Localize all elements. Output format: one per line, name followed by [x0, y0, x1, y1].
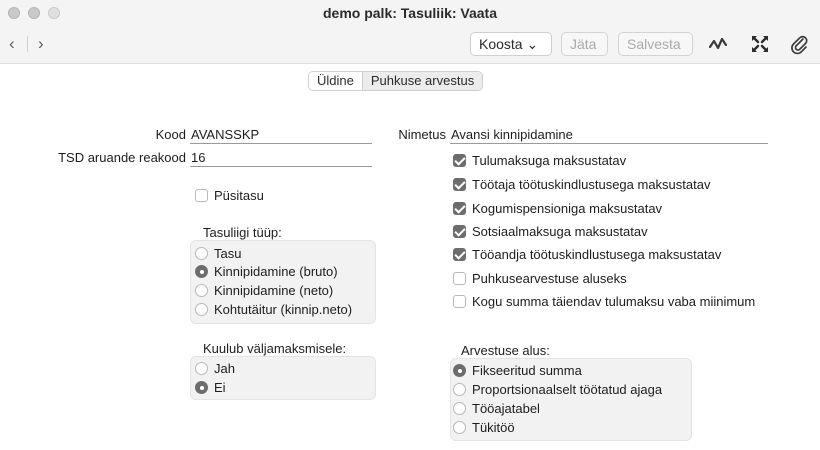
tab-bar: Üldine Puhkuse arvestus [308, 71, 484, 91]
forward-button[interactable]: › [38, 34, 44, 54]
tax-free-minimum-label: Kogu summa täiendav tulumaksu vaba miini… [472, 294, 756, 309]
pay-type-label: Tasuliigi tüüp: [203, 225, 282, 240]
vacation-basis-checkbox[interactable]: Puhkusearvestuse aluseks [453, 271, 627, 286]
code-field[interactable] [190, 126, 372, 144]
employee-unemployment-checkbox[interactable]: Töötaja töötuskindlustusega maksustatav [453, 177, 710, 192]
permanent-pay-label: Püsitasu [214, 188, 264, 203]
name-field[interactable] [450, 126, 768, 144]
tab-vacation-calculation[interactable]: Puhkuse arvestus [362, 72, 483, 90]
pay-type-radio-1[interactable] [195, 265, 208, 278]
pay-type-option-net-deduction[interactable]: Kinnipidamine (neto) [195, 283, 333, 298]
basis-option-proportional[interactable]: Proportsionaalselt töötatud ajaga [453, 382, 662, 397]
social-tax-label: Sotsiaalmaksuga maksustatav [472, 224, 648, 239]
save-button[interactable]: Salvesta [618, 32, 693, 56]
activity-icon[interactable] [707, 33, 729, 55]
discard-button[interactable]: Jäta [561, 32, 608, 56]
basis-label: Arvestuse alus: [461, 343, 550, 358]
permanent-pay-checkbox[interactable]: Püsitasu [195, 188, 264, 203]
tax-free-minimum-checkbox[interactable]: Kogu summa täiendav tulumaksu vaba miini… [453, 294, 755, 309]
employer-unemployment-label: Tööandja töötuskindlustusega maksustatav [472, 247, 722, 262]
expand-icon[interactable] [749, 33, 771, 55]
back-button[interactable]: ‹ [9, 34, 15, 54]
basis-option-label: Tükitöö [472, 420, 515, 435]
employer-unemployment-box[interactable] [453, 248, 466, 261]
window: demo palk: Tasuliik: Vaata ‹ › Koosta ⌄ … [0, 0, 820, 450]
payout-label: Kuulub väljamaksmisele: [203, 341, 347, 356]
pension-checkbox[interactable]: Kogumispensioniga maksustatav [453, 201, 662, 216]
pension-label: Kogumispensioniga maksustatav [472, 201, 663, 216]
paperclip-icon[interactable] [788, 33, 810, 55]
income-tax-label: Tulumaksuga maksustatav [472, 153, 627, 168]
employee-unemployment-label: Töötaja töötuskindlustusega maksustatav [472, 177, 711, 192]
code-label: Kood [155, 127, 186, 142]
payout-option-yes[interactable]: Jah [195, 361, 235, 376]
tsd-code-label: TSD aruande reakood [58, 150, 186, 165]
window-title: demo palk: Tasuliik: Vaata [322, 5, 498, 21]
basis-radio-2[interactable] [453, 402, 466, 415]
employee-unemployment-box[interactable] [453, 178, 466, 191]
permanent-pay-box[interactable] [195, 189, 208, 202]
tsd-code-field[interactable] [190, 149, 372, 167]
payout-option-label: Ei [214, 380, 226, 395]
vacation-basis-label: Puhkusearvestuse aluseks [472, 271, 627, 286]
name-label: Nimetus [398, 127, 446, 142]
basis-option-piecework[interactable]: Tükitöö [453, 420, 515, 435]
basis-option-label: Proportsionaalselt töötatud ajaga [472, 382, 663, 397]
payout-radio-0[interactable] [195, 362, 208, 375]
pay-type-option-label: Tasu [214, 246, 242, 261]
payout-radio-1[interactable] [195, 381, 208, 394]
basis-radio-0[interactable] [453, 364, 466, 377]
basis-option-label: Tööajatabel [472, 401, 540, 416]
nav-divider [27, 36, 28, 52]
social-tax-box[interactable] [453, 225, 466, 238]
payout-option-label: Jah [214, 361, 235, 376]
employer-unemployment-checkbox[interactable]: Tööandja töötuskindlustusega maksustatav [453, 247, 721, 262]
payout-option-no[interactable]: Ei [195, 380, 226, 395]
pay-type-option-gross-deduction[interactable]: Kinnipidamine (bruto) [195, 264, 338, 279]
basis-option-timesheet[interactable]: Tööajatabel [453, 401, 540, 416]
pay-type-option-label: Kohtutäitur (kinnip.neto) [214, 302, 353, 317]
title-bar: demo palk: Tasuliik: Vaata ‹ › Koosta ⌄ … [0, 0, 820, 64]
income-tax-box[interactable] [453, 154, 466, 167]
pay-type-option-label: Kinnipidamine (bruto) [214, 264, 338, 279]
basis-option-label: Fikseeritud summa [472, 363, 582, 378]
create-button[interactable]: Koosta ⌄ [470, 32, 552, 56]
pension-box[interactable] [453, 202, 466, 215]
pay-type-radio-2[interactable] [195, 284, 208, 297]
pay-type-radio-0[interactable] [195, 247, 208, 260]
basis-option-fixed[interactable]: Fikseeritud summa [453, 363, 582, 378]
pay-type-option-label: Kinnipidamine (neto) [214, 283, 334, 298]
pay-type-radio-3[interactable] [195, 303, 208, 316]
pay-type-option-pay[interactable]: Tasu [195, 246, 241, 261]
social-tax-checkbox[interactable]: Sotsiaalmaksuga maksustatav [453, 224, 648, 239]
basis-radio-3[interactable] [453, 421, 466, 434]
basis-radio-1[interactable] [453, 383, 466, 396]
tax-free-minimum-box[interactable] [453, 295, 466, 308]
tab-general[interactable]: Üldine [309, 72, 363, 90]
pay-type-option-bailiff[interactable]: Kohtutäitur (kinnip.neto) [195, 302, 352, 317]
vacation-basis-box[interactable] [453, 272, 466, 285]
income-tax-checkbox[interactable]: Tulumaksuga maksustatav [453, 153, 626, 168]
